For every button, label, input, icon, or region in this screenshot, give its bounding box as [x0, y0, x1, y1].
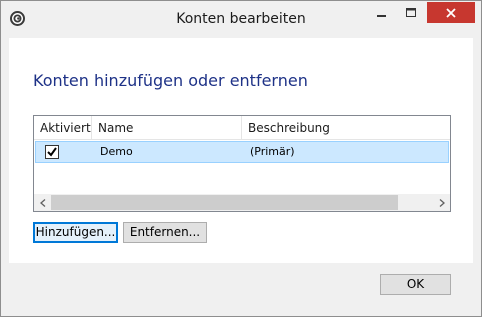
page-title: Konten hinzufügen oder entfernen — [33, 71, 308, 90]
table-row[interactable]: Demo (Primär) — [35, 141, 449, 163]
scrollbar-thumb[interactable] — [51, 195, 398, 210]
horizontal-scrollbar[interactable] — [34, 194, 450, 211]
minimize-button[interactable] — [369, 2, 395, 24]
checkmark-icon — [47, 147, 57, 157]
ok-button[interactable]: OK — [380, 274, 451, 295]
column-header-description[interactable]: Beschreibung — [242, 116, 450, 140]
close-button[interactable] — [427, 2, 475, 23]
scroll-right-button[interactable] — [433, 194, 450, 211]
chevron-right-icon — [439, 198, 445, 207]
close-icon — [446, 7, 456, 18]
remove-account-button[interactable]: Entfernen... — [123, 222, 207, 243]
accounts-list[interactable]: Aktiviert Name Beschreibung Demo (Primär… — [33, 115, 451, 212]
dialog-window: Konten bearbeiten Konten hinzufügen oder… — [0, 0, 482, 317]
enabled-checkbox[interactable] — [45, 145, 59, 159]
title-bar[interactable]: Konten bearbeiten — [1, 1, 481, 37]
row-description-cell: (Primär) — [250, 145, 295, 158]
row-name-cell: Demo — [100, 145, 133, 158]
scroll-left-button[interactable] — [34, 194, 51, 211]
add-account-button[interactable]: Hinzufügen... — [33, 222, 118, 243]
column-header-enabled[interactable]: Aktiviert — [34, 116, 92, 140]
dialog-content: Konten hinzufügen oder entfernen Aktivie… — [9, 38, 473, 263]
list-header: Aktiviert Name Beschreibung — [34, 116, 450, 140]
column-header-name[interactable]: Name — [92, 116, 242, 140]
maximize-button[interactable] — [398, 2, 424, 24]
chevron-left-icon — [39, 198, 45, 207]
